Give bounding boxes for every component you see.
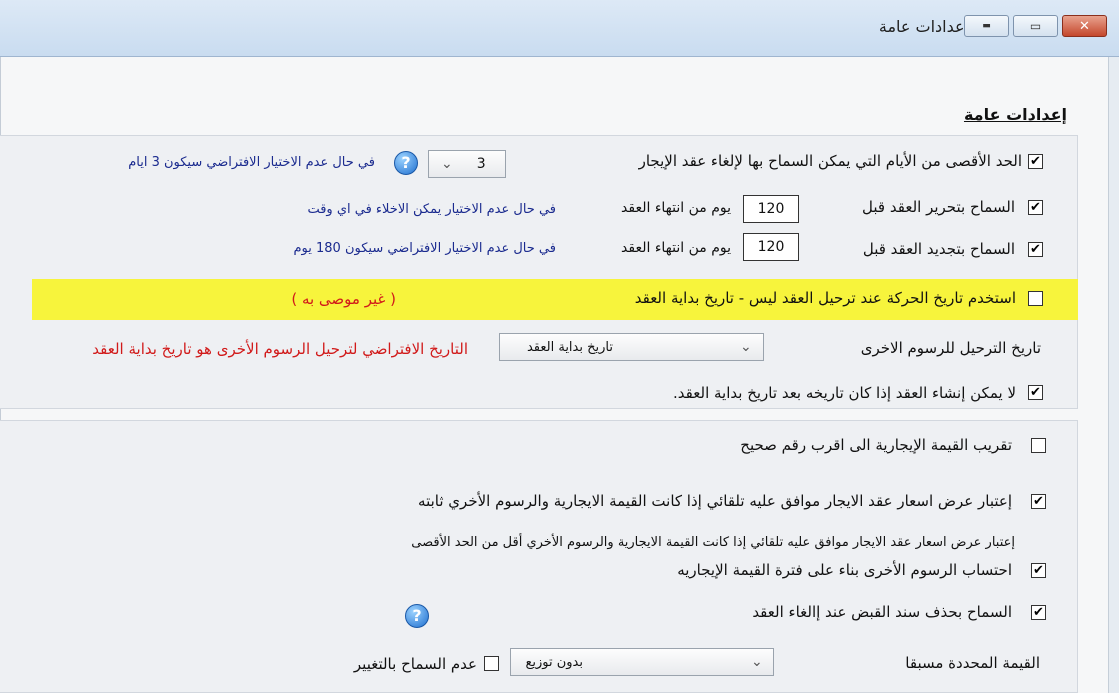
allow-renew-label: السماح بتجديد العقد قبل: [862, 240, 1015, 258]
help-icon[interactable]: ?: [405, 604, 429, 628]
close-icon: ✕: [1079, 18, 1090, 34]
contract-settings-panel: [0, 135, 1078, 409]
maximize-button[interactable]: ▭: [1013, 15, 1058, 37]
no-contract-after-start-label: لا يمكن إنشاء العقد إذا كان تاريخه بعد ت…: [673, 384, 1016, 402]
release-days-input[interactable]: 120: [743, 195, 799, 223]
check-icon: ✔: [1033, 605, 1044, 620]
max-cancel-days-note: في حال عدم الاختيار الافتراضي سيكون 3 اي…: [128, 155, 375, 170]
predefined-value-selected: بدون توزيع: [525, 654, 583, 670]
check-icon: ✔: [1030, 154, 1041, 169]
allow-delete-receipt-label: السماح بحذف سند القبض عند إالغاء العقد: [752, 603, 1012, 621]
posting-date-note: التاريخ الافتراضي لترحيل الرسوم الأخرى ه…: [92, 340, 468, 358]
section-heading: إعدادات عامة: [963, 105, 1067, 124]
not-recommended-warning: ( غير موصى به ): [291, 290, 396, 308]
allow-renew-note: في حال عدم الاختيار الافتراضي سيكون 180 …: [293, 241, 557, 256]
max-cancel-days-value: 3: [476, 156, 486, 172]
calc-other-fees-label: احتساب الرسوم الأخرى بناء على فترة القيم…: [677, 561, 1012, 579]
posting-date-select[interactable]: ⌄ تاريخ بداية العقد: [499, 333, 764, 361]
predefined-value-label: القيمة المحددة مسبقا: [905, 654, 1040, 672]
predefined-value-select[interactable]: ⌄ بدون توزيع: [510, 648, 774, 676]
renew-days-input[interactable]: 120: [743, 233, 799, 261]
no-change-checkbox[interactable]: [484, 656, 499, 671]
check-icon: ✔: [1030, 242, 1041, 257]
check-icon: ✔: [1033, 494, 1044, 509]
allow-delete-receipt-checkbox[interactable]: ✔: [1031, 605, 1046, 620]
chevron-down-icon: ⌄: [740, 339, 752, 355]
auto-approve-below-max-label: إعتبار عرض اسعار عقد الايجار موافق عليه …: [411, 535, 1015, 550]
close-button[interactable]: ✕: [1062, 15, 1107, 37]
auto-approve-quotes-checkbox[interactable]: ✔: [1031, 494, 1046, 509]
allow-renew-checkbox[interactable]: ✔: [1028, 242, 1043, 257]
vertical-scrollbar[interactable]: [1108, 57, 1119, 693]
max-cancel-days-checkbox[interactable]: ✔: [1028, 154, 1043, 169]
release-days-unit: يوم من انتهاء العقد: [621, 200, 731, 216]
help-icon[interactable]: ?: [394, 151, 418, 175]
max-cancel-days-select[interactable]: ⌄ 3: [428, 150, 506, 178]
maximize-icon: ▭: [1029, 19, 1042, 33]
allow-release-label: السماح بتحرير العقد قبل: [862, 198, 1015, 216]
use-movement-date-label: استخدم تاريخ الحركة عند ترحيل العقد ليس …: [634, 289, 1016, 307]
allow-release-note: في حال عدم الاختيار يمكن الاخلاء في اي و…: [307, 202, 556, 217]
renew-days-unit: يوم من انتهاء العقد: [621, 240, 731, 256]
window-title: إعدادات عامة: [878, 17, 969, 36]
minimize-icon: ▬: [982, 21, 991, 31]
minimize-button[interactable]: ▬: [964, 15, 1009, 37]
allow-release-checkbox[interactable]: ✔: [1028, 200, 1043, 215]
max-cancel-days-label: الحد الأقصى من الأيام التي يمكن السماح ب…: [638, 152, 1022, 170]
auto-approve-quotes-label: إعتبار عرض اسعار عقد الايجار موافق عليه …: [418, 492, 1012, 510]
chevron-down-icon: ⌄: [751, 654, 763, 670]
posting-date-selected: تاريخ بداية العقد: [526, 339, 613, 355]
use-movement-date-checkbox[interactable]: [1028, 291, 1043, 306]
posting-date-label: تاريخ الترحيل للرسوم الاخرى: [860, 339, 1041, 357]
calc-other-fees-checkbox[interactable]: ✔: [1031, 563, 1046, 578]
no-change-label: عدم السماح بالتغيير: [353, 655, 477, 673]
check-icon: ✔: [1030, 385, 1041, 400]
round-rent-label: تقريب القيمة الإيجارية الى اقرب رقم صحيح: [740, 436, 1012, 454]
round-rent-checkbox[interactable]: [1031, 438, 1046, 453]
chevron-down-icon: ⌄: [441, 156, 453, 172]
check-icon: ✔: [1030, 200, 1041, 215]
check-icon: ✔: [1033, 563, 1044, 578]
no-contract-after-start-checkbox[interactable]: ✔: [1028, 385, 1043, 400]
